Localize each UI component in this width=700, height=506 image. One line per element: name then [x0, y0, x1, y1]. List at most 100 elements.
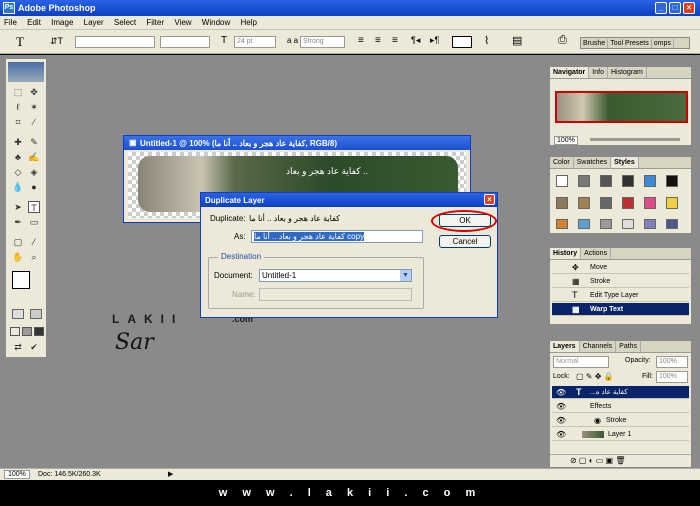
- style-swatch[interactable]: [600, 197, 612, 209]
- pen-tool-icon[interactable]: ✒: [12, 216, 24, 228]
- text-orientation-icon[interactable]: ⇵T: [50, 36, 63, 47]
- style-swatch[interactable]: [644, 219, 656, 229]
- tab-channels[interactable]: Channels: [580, 341, 617, 352]
- style-swatch[interactable]: [622, 175, 634, 187]
- hand-tool-icon[interactable]: ✋: [12, 251, 24, 263]
- lock-icons[interactable]: ▢ ✎ ✥ 🔒: [576, 372, 614, 381]
- blur-tool-icon[interactable]: 💧: [12, 181, 24, 193]
- style-swatch[interactable]: [578, 175, 590, 187]
- palette-well-tab-comps[interactable]: omps: [652, 39, 674, 48]
- path-selection-tool-icon[interactable]: ➤: [12, 201, 24, 213]
- layer-row-layer1[interactable]: 👁 Layer 1: [552, 428, 689, 441]
- align-center-icon[interactable]: ≡: [375, 35, 381, 46]
- screen-mode-3-icon[interactable]: [34, 327, 44, 336]
- tab-color[interactable]: Color: [550, 157, 574, 168]
- jump-to-imageready-icon[interactable]: ⇄: [12, 341, 24, 353]
- menu-select[interactable]: Select: [110, 16, 140, 29]
- style-swatch[interactable]: [622, 197, 634, 209]
- name-input[interactable]: [259, 288, 412, 301]
- navigator-zoom[interactable]: 100%: [554, 136, 578, 145]
- style-swatch[interactable]: [666, 197, 678, 209]
- tab-layers[interactable]: Layers: [550, 341, 580, 352]
- file-browser-icon[interactable]: ⎙: [558, 34, 567, 47]
- screen-mode-2-icon[interactable]: [22, 327, 32, 336]
- palette-well-tab-brushes[interactable]: Brushe: [581, 39, 609, 48]
- eye-icon[interactable]: 👁: [556, 428, 566, 441]
- style-swatch[interactable]: [666, 219, 678, 229]
- navigator-thumbnail[interactable]: [555, 91, 688, 123]
- cancel-button[interactable]: Cancel: [439, 235, 491, 248]
- text-direction-2-icon[interactable]: ▸¶: [430, 35, 439, 46]
- tab-paths[interactable]: Paths: [616, 341, 642, 352]
- font-style-select[interactable]: [160, 36, 210, 48]
- text-direction-icon[interactable]: ¶◂: [411, 35, 420, 46]
- quick-mask-mode-icon[interactable]: [30, 309, 42, 319]
- palettes-toggle-icon[interactable]: ▤: [512, 34, 522, 47]
- brush-tool-icon[interactable]: ✎: [28, 136, 40, 148]
- tab-history[interactable]: History: [550, 248, 582, 259]
- type-tool-button-icon[interactable]: T: [28, 201, 40, 213]
- style-swatch[interactable]: [578, 197, 590, 209]
- layer-row-stroke[interactable]: 👁 ◉ Stroke: [552, 414, 689, 427]
- marquee-tool-icon[interactable]: ⬚: [12, 86, 24, 98]
- menu-layer[interactable]: Layer: [80, 16, 108, 29]
- tab-styles[interactable]: Styles: [611, 157, 639, 168]
- close-icon[interactable]: ×: [683, 2, 695, 14]
- style-swatch[interactable]: [578, 219, 590, 229]
- menu-view[interactable]: View: [170, 16, 195, 29]
- history-item[interactable]: ✥ Move: [552, 261, 689, 274]
- healing-brush-tool-icon[interactable]: ✚: [12, 136, 24, 148]
- menu-image[interactable]: Image: [47, 16, 77, 29]
- magic-wand-tool-icon[interactable]: ✶: [28, 101, 40, 113]
- blend-mode-select[interactable]: Normal: [553, 356, 609, 368]
- style-swatch[interactable]: [644, 175, 656, 187]
- eraser-tool-icon[interactable]: ◇: [12, 166, 24, 178]
- anti-alias-select[interactable]: Strong: [300, 36, 345, 48]
- status-menu-arrow-icon[interactable]: ▶: [168, 470, 173, 478]
- style-swatch[interactable]: [622, 219, 634, 229]
- tab-info[interactable]: Info: [589, 67, 608, 78]
- menu-filter[interactable]: Filter: [142, 16, 168, 29]
- style-swatch[interactable]: [556, 219, 568, 229]
- history-item-selected[interactable]: ▦ Warp Text: [552, 303, 689, 316]
- notes-tool-icon[interactable]: ▢: [12, 236, 24, 248]
- opacity-input[interactable]: 100%: [656, 356, 688, 368]
- layers-footer-icons[interactable]: ⊘ ▢ ◐ ▭ ▣ 🗑: [570, 456, 625, 465]
- align-left-icon[interactable]: ≡: [358, 35, 364, 46]
- move-tool-icon[interactable]: ✥: [28, 86, 40, 98]
- history-item[interactable]: ▦ Stroke: [552, 275, 689, 288]
- style-swatch[interactable]: [600, 219, 612, 229]
- tab-navigator[interactable]: Navigator: [550, 67, 590, 78]
- minimize-icon[interactable]: _: [655, 2, 667, 14]
- foreground-color-swatch[interactable]: [12, 271, 30, 289]
- style-swatch[interactable]: [666, 175, 678, 187]
- screen-mode-1-icon[interactable]: [10, 327, 20, 336]
- shape-tool-icon[interactable]: ▭: [28, 216, 40, 228]
- history-brush-tool-icon[interactable]: ✍: [28, 151, 40, 163]
- tab-actions[interactable]: Actions: [581, 248, 612, 259]
- document-select[interactable]: Untitled-1 ▼: [259, 269, 412, 282]
- font-family-select[interactable]: [75, 36, 155, 48]
- dialog-close-icon[interactable]: ×: [484, 194, 495, 205]
- maximize-icon[interactable]: □: [669, 2, 681, 14]
- style-swatch[interactable]: [644, 197, 656, 209]
- layer-row-text[interactable]: 👁 T ...كفاية عاد ه: [552, 386, 689, 399]
- eye-icon[interactable]: 👁: [556, 414, 566, 427]
- paint-bucket-tool-icon[interactable]: ◈: [28, 166, 40, 178]
- crop-tool-icon[interactable]: ⌗: [12, 116, 24, 128]
- eye-icon[interactable]: 👁: [556, 386, 566, 399]
- history-item[interactable]: T Edit Type Layer: [552, 289, 689, 302]
- imageready-icon[interactable]: ✔: [28, 341, 40, 353]
- navigator-zoom-slider[interactable]: [590, 138, 680, 141]
- zoom-tool-icon[interactable]: ⌕: [28, 251, 40, 263]
- eye-icon[interactable]: 👁: [556, 400, 566, 413]
- menu-file[interactable]: File: [0, 16, 21, 29]
- lasso-tool-icon[interactable]: ℓ: [12, 101, 24, 113]
- style-none-swatch[interactable]: [556, 175, 568, 187]
- warp-text-icon[interactable]: ⌇: [484, 34, 489, 47]
- dodge-tool-icon[interactable]: ●: [28, 181, 40, 193]
- palette-well-tab-tool-presets[interactable]: Tool Presets: [608, 39, 652, 48]
- menu-window[interactable]: Window: [198, 16, 234, 29]
- standard-mode-icon[interactable]: [12, 309, 24, 319]
- type-tool-icon[interactable]: T: [16, 34, 24, 50]
